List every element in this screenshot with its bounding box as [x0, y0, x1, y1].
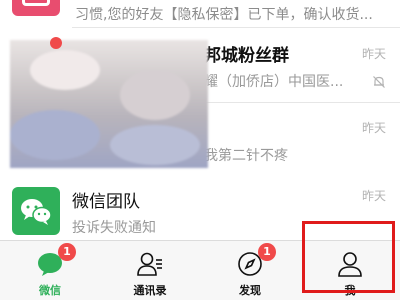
- chat-preview: 耀（加侨店）中国医...: [204, 74, 344, 90]
- chat-preview: 投诉失败通知: [72, 220, 156, 236]
- wechat-team-avatar: [12, 187, 60, 235]
- chat-title: 微信团队: [72, 192, 140, 212]
- tab-chats[interactable]: 1 微信: [0, 241, 100, 300]
- wechat-team-icon: [21, 199, 52, 225]
- tab-discover[interactable]: 1 发现: [200, 241, 300, 300]
- chat-row-order-notice[interactable]: 习惯,您的好友【隐私保密】已下单，确认收货...: [0, 0, 400, 28]
- chat-title: 邦城粉丝群: [204, 46, 289, 66]
- unread-badge: 1: [58, 243, 76, 261]
- tab-contacts[interactable]: 通讯录: [100, 241, 200, 300]
- chat-preview: 习惯,您的好友【隐私保密】已下单，确认收货...: [75, 7, 373, 23]
- chat-list: 习惯,您的好友【隐私保密】已下单，确认收货... 邦城粉丝群 昨天 耀（加侨店）…: [0, 0, 400, 240]
- unread-dot: [50, 37, 62, 49]
- chat-time: 昨天: [361, 189, 386, 203]
- chat-time: 昨天: [361, 121, 386, 135]
- chat-preview: 我第二针不疼: [204, 148, 288, 164]
- blurred-avatar-area: [10, 40, 208, 168]
- tab-label: 通讯录: [133, 284, 167, 297]
- unread-badge: 1: [258, 243, 276, 261]
- tab-label: 微信: [39, 284, 61, 297]
- mute-bell-icon: [373, 76, 385, 88]
- tab-label: 发现: [239, 284, 261, 297]
- shop-avatar: [12, 0, 60, 16]
- highlight-box: [302, 221, 395, 293]
- chat-time: 昨天: [361, 47, 386, 61]
- contacts-icon: [137, 252, 162, 276]
